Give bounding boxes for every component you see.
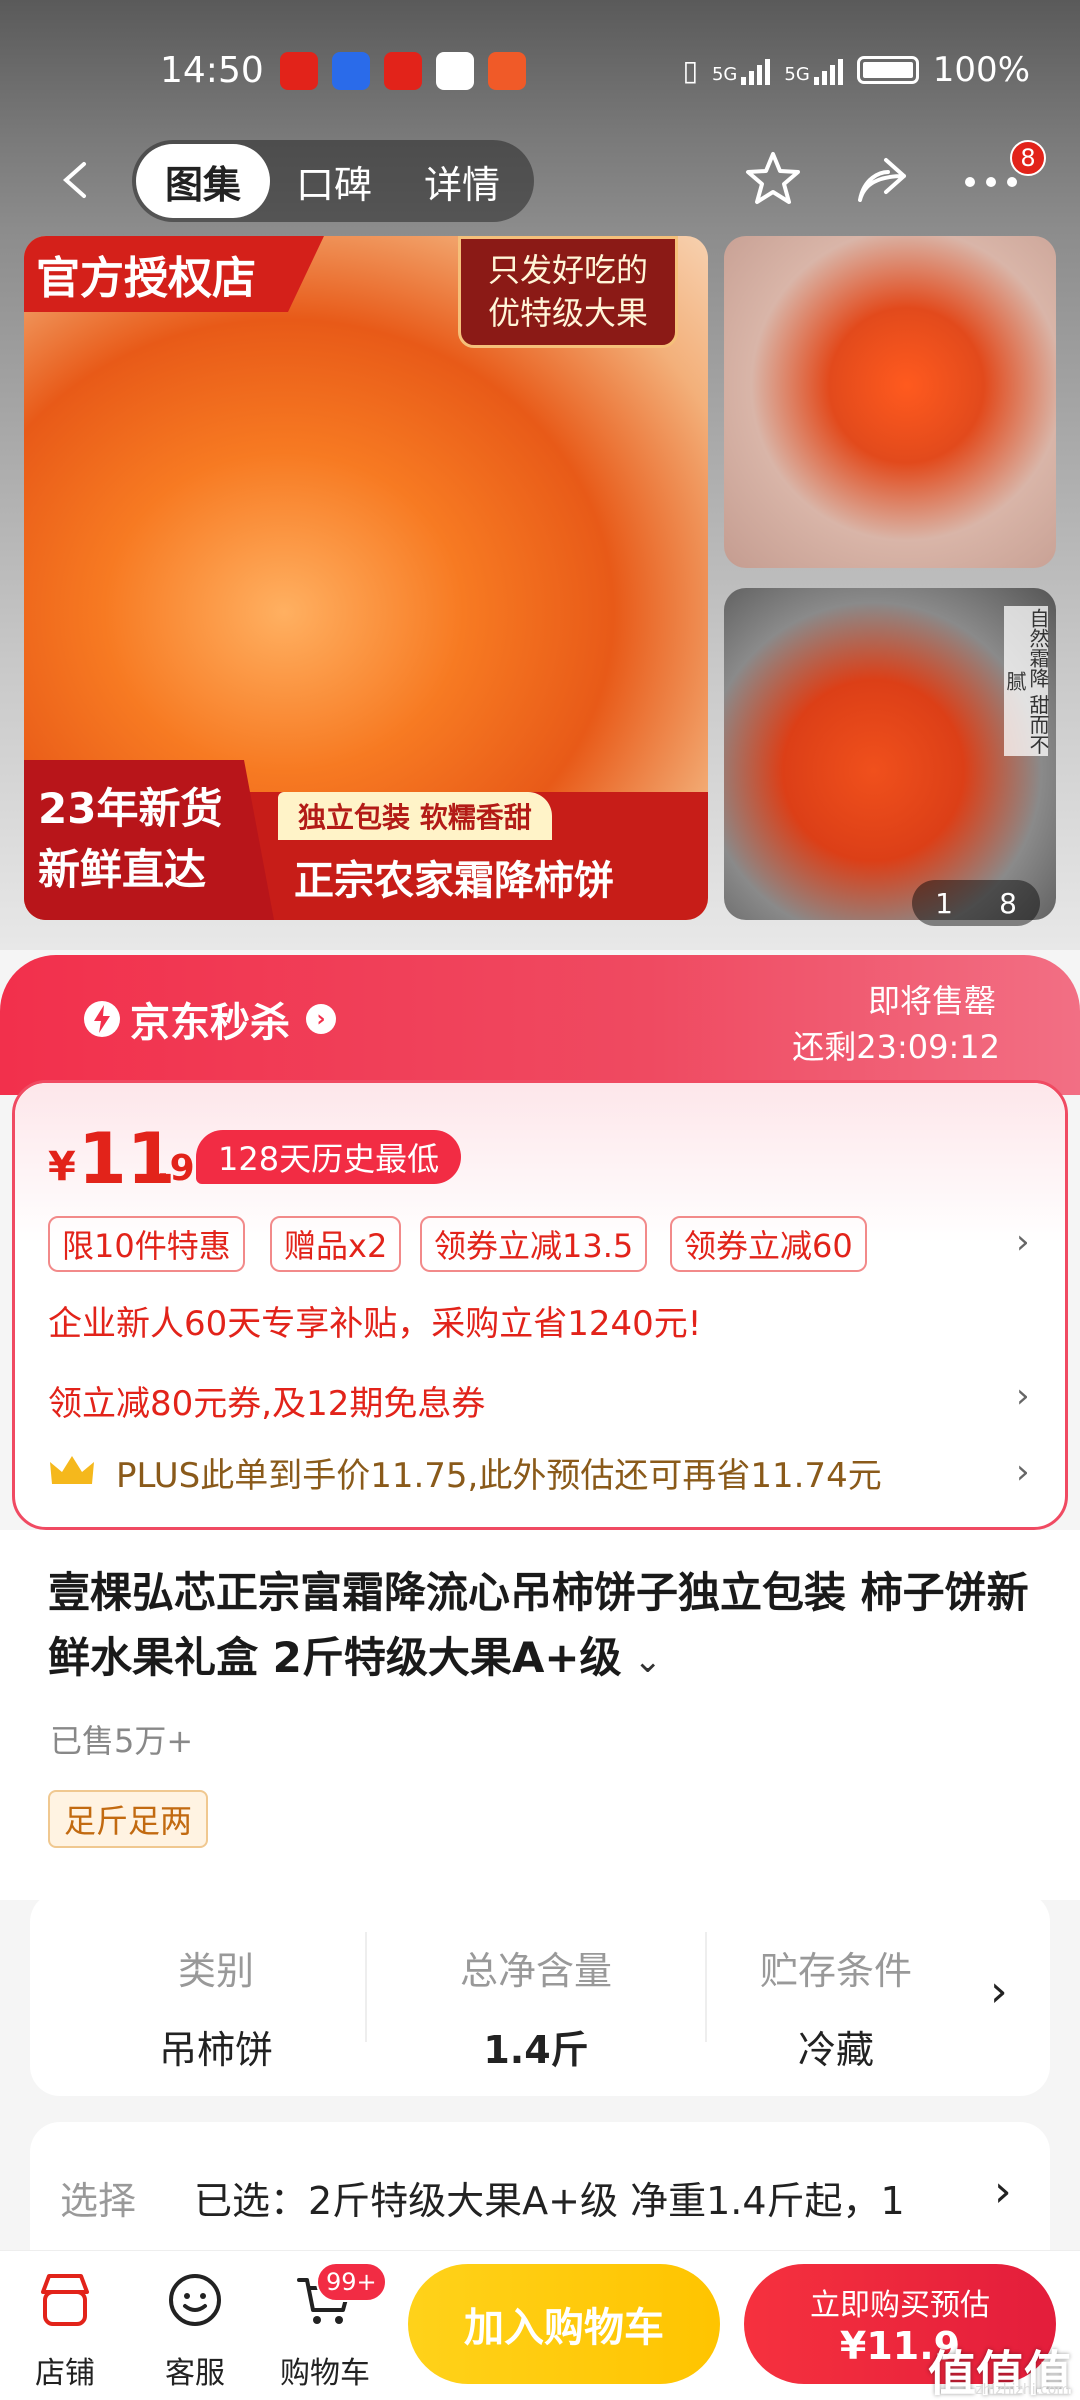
tab-details[interactable]: 详情 (398, 144, 526, 218)
shop-icon (41, 2274, 89, 2326)
crown-icon (50, 1456, 94, 1484)
thumbnail-image[interactable] (724, 236, 1056, 568)
chevron-down-icon[interactable]: ⌄ (634, 1641, 663, 1681)
star-icon[interactable] (740, 146, 806, 212)
app-icon (488, 52, 526, 90)
wechat-icon (436, 52, 474, 90)
history-low-tag: 128天历史最低 (196, 1130, 462, 1184)
image-caption: 自然霜降 甜而不腻 (1003, 606, 1050, 756)
status-right: ▯ 5G 5G 100% (683, 50, 1030, 90)
sale-status: 即将售罄 (867, 982, 996, 1020)
shop-button[interactable]: 店铺 (0, 2268, 130, 2392)
cart-badge: 99+ (316, 2262, 387, 2302)
spec-item: 贮存条件 冷藏 (759, 1949, 912, 2072)
signal-icon: 5G (712, 55, 771, 85)
share-icon[interactable] (848, 146, 914, 212)
back-icon[interactable] (56, 160, 96, 200)
chevron-right-icon[interactable]: › (994, 2166, 1012, 2217)
image-counter: 1 8 (912, 880, 1040, 926)
spec-item: 总净含量 1.4斤 (459, 1949, 612, 2072)
premium-fruit-tag: 只发好吃的 优特级大果 (458, 236, 678, 348)
currency-symbol: ¥ (48, 1144, 76, 1190)
subsidy-text: 企业新人60天专享补贴，采购立省1240元! (48, 1304, 702, 1344)
battery-level: 100% (932, 50, 1030, 90)
banner-subtitle: 独立包装 软糯香甜 (278, 792, 552, 840)
more-badge: 8 (1010, 140, 1046, 176)
chevron-right-icon[interactable]: › (1016, 1222, 1030, 1262)
coupon-text[interactable]: 领立减80元券,及12期免息券 (48, 1376, 485, 1425)
baidu-icon (332, 52, 370, 90)
divider (365, 1932, 367, 2042)
fresh-badge: 23年新货 新鲜直达 (24, 760, 274, 920)
selection-value[interactable]: 已选：2斤特级大果A+级 净重1.4斤起，1 (194, 2170, 905, 2225)
thumbnail-image[interactable]: 自然霜降 甜而不腻 (724, 588, 1056, 920)
chevron-right-icon[interactable]: › (1016, 1452, 1030, 1492)
price-decimal: .9 (156, 1148, 195, 1189)
sale-countdown: 还剩23:09:12 (792, 1028, 1000, 1066)
signal-icon: 5G (784, 55, 843, 85)
promo-chip[interactable]: 领券立减13.5 (420, 1216, 648, 1272)
status-time: 14:50 (160, 50, 264, 91)
divider (705, 1932, 707, 2042)
main-product-image[interactable]: 官方授权店 只发好吃的 优特级大果 独立包装 软糯香甜 23年新货 新鲜直达 正… (24, 236, 708, 920)
plus-price-text[interactable]: PLUS此单到手价11.75,此外预估还可再省11.74元 (116, 1448, 882, 1497)
lightning-icon (84, 1001, 120, 1037)
flash-sale-logo[interactable]: 京东秒杀 › (82, 990, 336, 1048)
watermark-url: zhizhizhi.com (975, 2382, 1070, 2398)
tab-gallery[interactable]: 图集 (136, 144, 270, 218)
product-title[interactable]: 壹棵弘芯正宗富霜降流心吊柿饼子独立包装 柿子饼新鲜水果礼盒 2斤特级大果A+级 ⌄ (48, 1560, 1038, 1690)
promo-chip[interactable]: 赠品x2 (270, 1216, 402, 1272)
official-store-tag: 官方授权店 (24, 236, 324, 312)
battery-icon (856, 56, 919, 84)
vibrate-icon: ▯ (682, 53, 698, 87)
chevron-right-icon[interactable]: › (1016, 1376, 1030, 1416)
promo-chip[interactable]: 限10件特惠 (48, 1216, 245, 1272)
promo-chip[interactable]: 领券立减60 (670, 1216, 867, 1272)
banner-title: 正宗农家霜降柿饼 (294, 858, 614, 904)
app-icon (280, 52, 318, 90)
product-tag: 足斤足两 (48, 1790, 209, 1848)
selection-label: 选择 (60, 2179, 137, 2223)
customer-service-button[interactable]: 客服 (130, 2268, 260, 2392)
chevron-right-icon: › (306, 1004, 336, 1034)
add-to-cart-button[interactable]: 加入购物车 (408, 2264, 720, 2384)
chevron-right-icon[interactable]: › (990, 1966, 1008, 2017)
sold-count: 已售5万+ (50, 1722, 194, 1760)
tab-bar: 图集 口碑 详情 (132, 140, 534, 222)
app-icon (384, 52, 422, 90)
spec-item: 类别 吊柿饼 (158, 1949, 273, 2072)
tab-reviews[interactable]: 口碑 (270, 144, 398, 218)
chat-icon (169, 2274, 221, 2326)
